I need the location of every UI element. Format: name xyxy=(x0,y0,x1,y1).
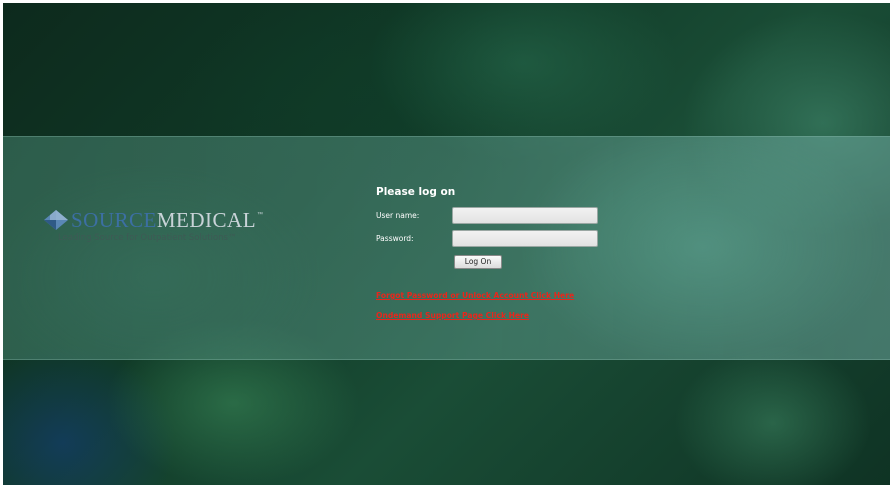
sourcemedical-logo: SOURCE MEDICAL ™ Leading Source for Outpat… xyxy=(43,207,303,243)
diamond-logo-icon xyxy=(44,210,68,230)
background-frame: SOURCE MEDICAL ™ Leading Source for Outpat… xyxy=(3,3,890,485)
login-band: SOURCE MEDICAL ™ Leading Source for Outpat… xyxy=(3,136,890,360)
username-row: User name: xyxy=(376,207,636,230)
logo-trademark: ™ xyxy=(257,212,264,218)
logo-tagline: Leading Source for Outpatient Solutions™ xyxy=(58,233,237,243)
logo-medical-text: MEDICAL xyxy=(156,208,257,232)
login-form: Please log on User name: Password: Log O… xyxy=(376,185,636,320)
logo-source-text: SOURCE xyxy=(71,208,157,232)
logo-wordmark: SOURCE MEDICAL ™ xyxy=(43,207,303,233)
login-title: Please log on xyxy=(376,186,456,198)
ondemand-support-link[interactable]: Ondemand Support Page Click Here xyxy=(376,311,529,320)
username-label: User name: xyxy=(376,211,420,220)
password-row: Password: xyxy=(376,230,636,253)
password-label: Password: xyxy=(376,234,414,243)
username-input[interactable] xyxy=(452,207,598,224)
forgot-password-link[interactable]: Forgot Password or Unlock Account Click … xyxy=(376,291,574,300)
password-input[interactable] xyxy=(452,230,598,247)
logon-button[interactable]: Log On xyxy=(454,255,502,269)
